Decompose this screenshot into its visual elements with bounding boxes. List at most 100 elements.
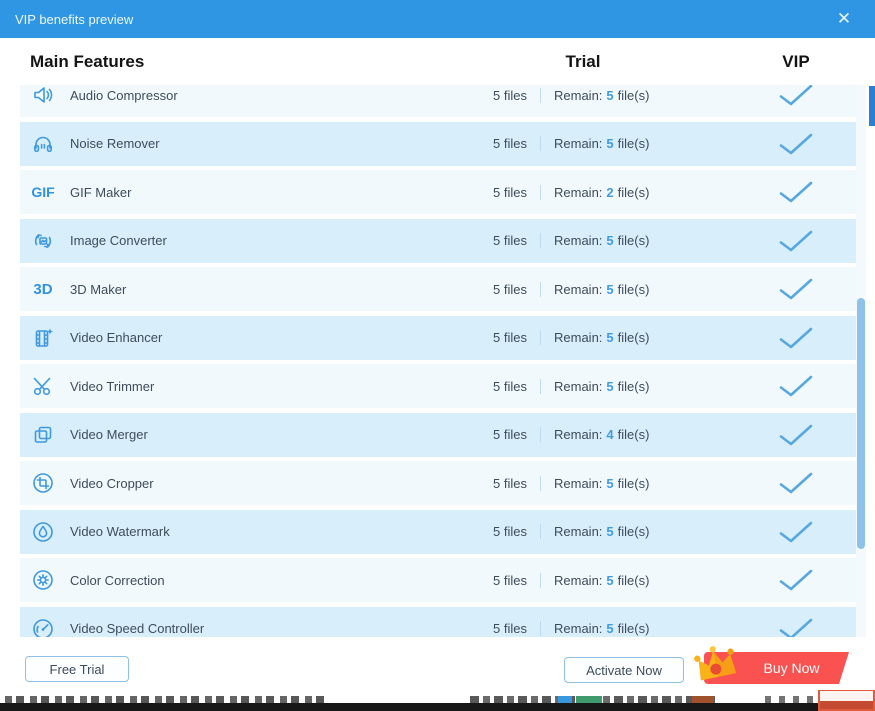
trial-files: 5 files: [493, 572, 527, 588]
feature-table: Audio Compressor 5 files Remain: 5 file(s)…: [0, 85, 875, 637]
table-row: Video Watermark 5 files Remain: 5 file(s): [20, 509, 856, 554]
trial-cell: 5 files Remain: 5 file(s): [430, 330, 736, 345]
feature-name-cell: Video Cropper: [30, 472, 430, 494]
trial-files: 5 files: [493, 330, 527, 345]
feature-name-cell: Video Merger: [30, 424, 430, 446]
table-row: 3D 3D Maker 5 files Remain: 5 file(s): [20, 267, 856, 311]
divider: [540, 136, 541, 151]
feature-name-cell: Color Correction: [30, 569, 430, 591]
divider: [540, 572, 541, 588]
remain-text: Remain: 5 file(s): [554, 330, 650, 345]
trial-cell: 5 files Remain: 5 file(s): [430, 524, 736, 539]
remain-text: Remain: 5 file(s): [554, 233, 650, 248]
cutoff-text-fragment-blue: [558, 696, 572, 703]
divider: [540, 87, 541, 103]
feature-name-cell: Audio Compressor: [30, 85, 430, 106]
header-trial: Trial: [565, 51, 601, 71]
feature-name-cell: Video Enhancer: [30, 327, 430, 349]
table-row: Video Speed Controller 5 files Remain: 5 f…: [20, 606, 856, 637]
checkmark-icon: [779, 327, 813, 348]
table-row: Color Correction 5 files Remain: 5 file(s): [20, 558, 856, 602]
table-header: Main Features Trial VIP: [20, 38, 856, 85]
trial-cell: 5 files Remain: 4 file(s): [430, 427, 736, 442]
close-icon[interactable]: ✕: [834, 9, 854, 29]
trial-files: 5 files: [493, 136, 527, 151]
remain-text: Remain: 5 file(s): [554, 136, 650, 151]
feature-label: Audio Compressor: [70, 87, 178, 103]
feature-label: Video Cropper: [70, 475, 154, 491]
remain-text: Remain: 5 file(s): [554, 378, 650, 394]
crown-icon: [694, 646, 737, 681]
gif-maker-icon: GIF: [31, 184, 55, 200]
checkmark-icon: [779, 230, 813, 251]
activate-now-button[interactable]: Activate Now: [564, 657, 684, 683]
trial-files: 5 files: [493, 184, 527, 200]
buy-now-container: Buy Now: [692, 641, 852, 691]
remain-text: Remain: 2 file(s): [554, 184, 650, 200]
dialog-title: VIP benefits preview: [15, 11, 134, 27]
trial-files: 5 files: [493, 621, 527, 636]
table-row: Video Cropper 5 files Remain: 5 file(s): [20, 461, 856, 505]
cutoff-text-fragments: [5, 696, 330, 703]
feature-label: Video Enhancer: [70, 330, 163, 345]
vip-cell: [736, 133, 856, 155]
checkmark-icon: [779, 133, 813, 154]
background-orange-element: [818, 689, 875, 711]
trial-files: 5 files: [493, 87, 527, 103]
video-merger-icon: [30, 424, 56, 446]
trial-cell: 5 files Remain: 5 file(s): [430, 233, 736, 248]
free-trial-button[interactable]: Free Trial: [25, 656, 129, 682]
remain-text: Remain: 5 file(s): [554, 621, 650, 636]
background-black-bar: [0, 703, 820, 711]
header-vip: VIP: [782, 51, 810, 71]
audio-compressor-icon: [30, 85, 56, 106]
feature-label: Video Trimmer: [70, 378, 155, 394]
divider: [540, 475, 541, 491]
remain-text: Remain: 5 file(s): [554, 475, 650, 491]
divider: [540, 524, 541, 539]
noise-remover-icon: [30, 133, 56, 155]
trial-cell: 5 files Remain: 5 file(s): [430, 475, 736, 491]
divider: [540, 184, 541, 200]
scrollbar-thumb[interactable]: [857, 298, 865, 549]
feature-name-cell: Image Converter: [30, 230, 430, 252]
video-cropper-icon: [30, 472, 56, 494]
feature-name-cell: Video Speed Controller: [30, 618, 430, 637]
dialog-footer: Free Trial Activate Now Buy Now: [0, 637, 875, 690]
feature-name-cell: Video Watermark: [30, 521, 430, 543]
image-converter-icon: [30, 230, 56, 252]
trial-files: 5 files: [493, 281, 527, 297]
divider: [540, 621, 541, 636]
checkmark-icon: [779, 521, 813, 542]
checkmark-icon: [779, 618, 813, 637]
color-correction-icon: [30, 569, 56, 591]
feature-label: Image Converter: [70, 233, 167, 248]
vip-cell: [736, 618, 856, 637]
table-row: GIF GIF Maker 5 files Remain: 2 file(s): [20, 170, 856, 214]
feature-name-cell: Noise Remover: [30, 133, 430, 155]
remain-text: Remain: 5 file(s): [554, 87, 650, 103]
trial-cell: 5 files Remain: 5 file(s): [430, 281, 736, 297]
table-row: Video Enhancer 5 files Remain: 5 file(s): [20, 315, 856, 360]
feature-label: Video Watermark: [70, 524, 170, 539]
background-window-strip: [0, 689, 875, 711]
divider: [540, 427, 541, 442]
vip-cell: [736, 327, 856, 349]
remain-text: Remain: 4 file(s): [554, 427, 650, 442]
table-row: Audio Compressor 5 files Remain: 5 file(s): [20, 85, 856, 117]
table-row: Video Merger 5 files Remain: 4 file(s): [20, 412, 856, 457]
vip-cell: [736, 181, 856, 203]
cutoff-text-fragment-green: [576, 696, 602, 703]
remain-text: Remain: 5 file(s): [554, 572, 650, 588]
trial-cell: 5 files Remain: 2 file(s): [430, 184, 736, 200]
feature-label: Color Correction: [70, 572, 165, 588]
vip-cell: [736, 230, 856, 252]
background-window-edge: [869, 86, 875, 126]
vip-cell: [736, 569, 856, 591]
trial-files: 5 files: [493, 524, 527, 539]
trial-files: 5 files: [493, 427, 527, 442]
divider: [540, 233, 541, 248]
trial-files: 5 files: [493, 233, 527, 248]
trial-files: 5 files: [493, 378, 527, 394]
checkmark-icon: [779, 278, 813, 300]
